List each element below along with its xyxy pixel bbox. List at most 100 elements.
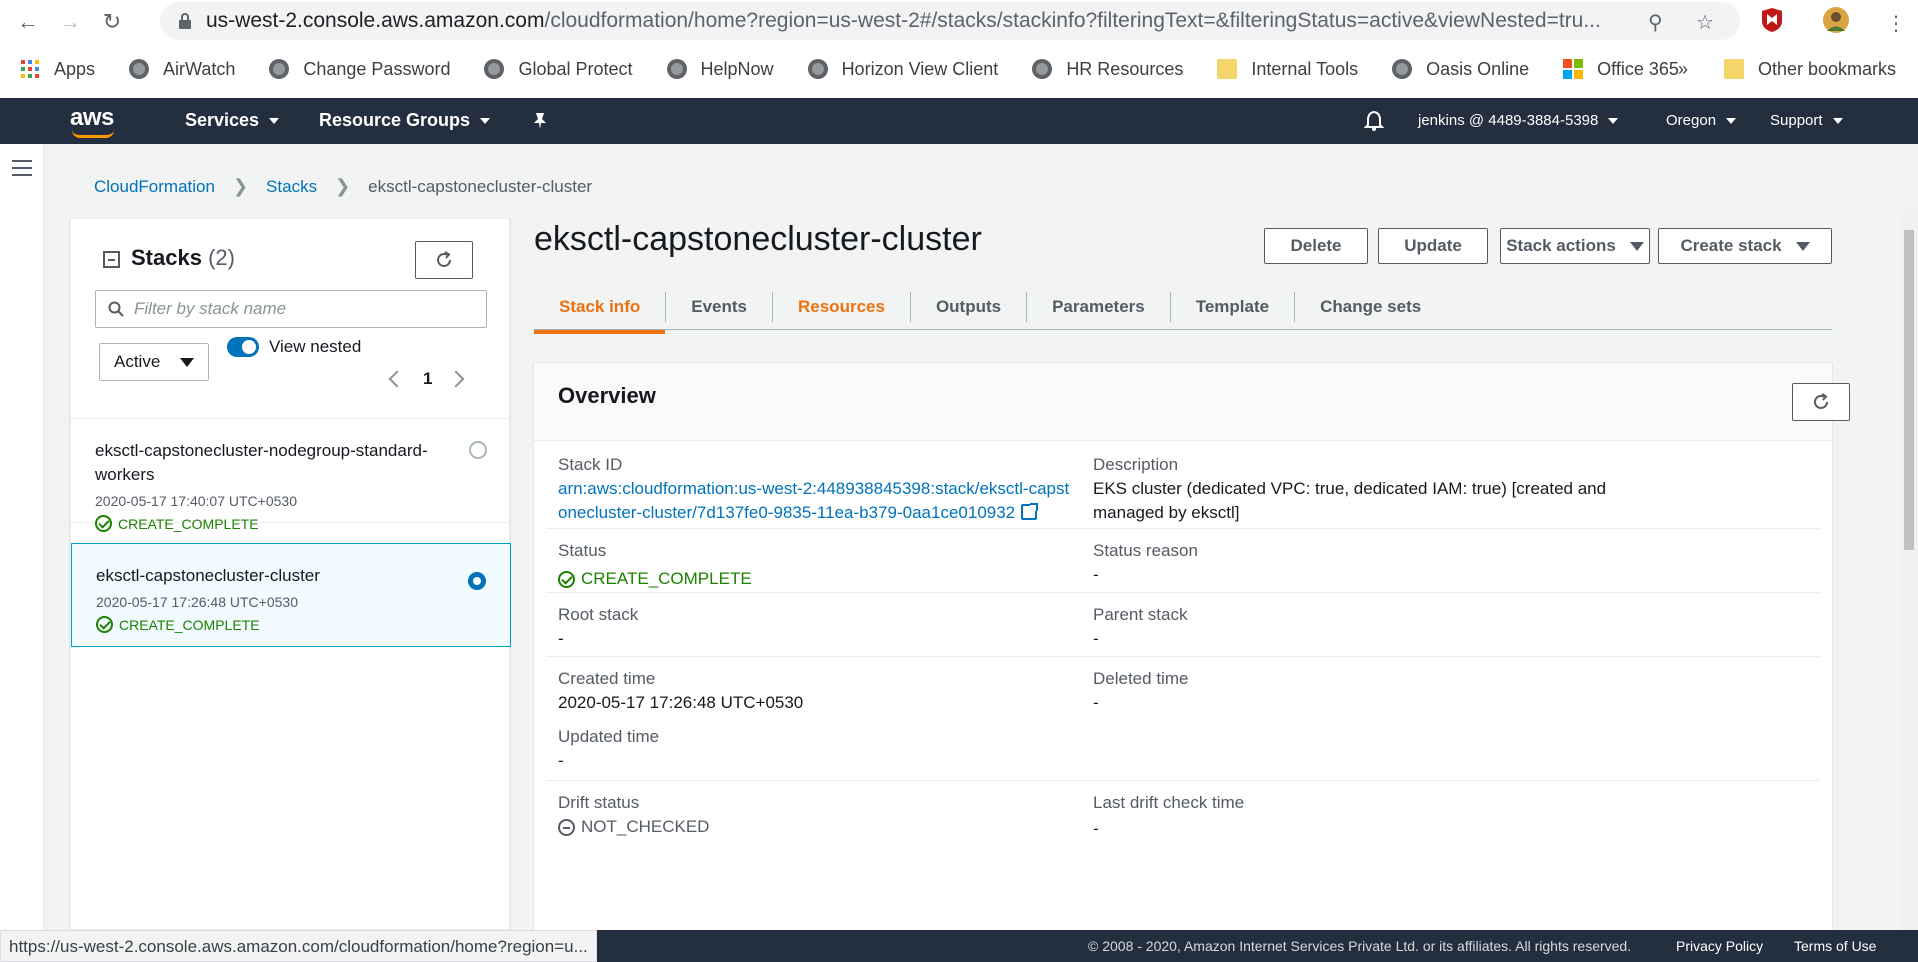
root-stack-value: - — [558, 629, 564, 648]
stack-created-date: 2020-05-17 17:40:07 UTC+0530 — [95, 493, 297, 509]
breadcrumb-cloudformation[interactable]: CloudFormation — [94, 177, 215, 197]
overview-panel: Overview Stack ID arn:aws:cloudformation… — [534, 362, 1850, 942]
bookmark-other[interactable]: Other bookmarks — [1724, 59, 1896, 80]
tab-events[interactable]: Events — [666, 292, 773, 322]
stack-select-radio[interactable] — [468, 572, 486, 590]
status-filter-select[interactable]: Active — [99, 343, 209, 381]
bookmark-change-password[interactable]: Change Password — [269, 59, 450, 80]
profile-avatar-icon[interactable] — [1822, 6, 1850, 34]
refresh-icon — [437, 251, 451, 267]
dropdown-arrow-icon — [1629, 241, 1644, 251]
deleted-time-label: Deleted time — [1093, 669, 1189, 688]
deleted-time-value: - — [1093, 693, 1099, 712]
status-reason-value: - — [1093, 565, 1099, 584]
refresh-stacks-button[interactable] — [415, 241, 473, 279]
url-host: us-west-2.console.aws.amazon.com — [206, 9, 545, 32]
more-bookmarks-button[interactable]: » — [1678, 59, 1688, 80]
update-label: Update — [1404, 236, 1462, 255]
stack-status-text: CREATE_COMPLETE — [118, 515, 259, 532]
terms-of-use-link[interactable]: Terms of Use — [1794, 938, 1876, 954]
stack-actions-button[interactable]: Stack actions — [1500, 228, 1650, 264]
current-page[interactable]: 1 — [423, 369, 432, 389]
bookmark-office-365[interactable]: Office 365 — [1563, 59, 1679, 80]
side-nav-rail — [0, 144, 44, 930]
url-text: us-west-2.console.aws.amazon.com/cloudfo… — [206, 9, 1626, 33]
tab-change-sets[interactable]: Change sets — [1295, 292, 1446, 322]
overview-title: Overview — [558, 383, 656, 408]
breadcrumb-stacks[interactable]: Stacks — [266, 177, 317, 197]
next-page-icon[interactable] — [447, 370, 465, 388]
refresh-overview-button[interactable] — [1792, 383, 1850, 421]
tab-template[interactable]: Template — [1171, 292, 1296, 322]
resource-groups-menu[interactable]: Resource Groups — [319, 110, 491, 131]
tab-stack-info[interactable]: Stack info — [534, 292, 667, 334]
caret-down-icon — [480, 118, 491, 125]
pin-icon[interactable] — [532, 112, 548, 130]
hamburger-menu-icon[interactable] — [12, 160, 32, 181]
tab-parameters[interactable]: Parameters — [1027, 292, 1171, 322]
caret-down-icon — [1608, 118, 1619, 125]
bookmark-label: HR Resources — [1066, 58, 1184, 79]
bookmark-airwatch[interactable]: AirWatch — [129, 59, 235, 80]
filter-placeholder: Filter by stack name — [134, 299, 287, 318]
create-stack-button[interactable]: Create stack — [1658, 228, 1832, 264]
stacks-panel-title: Stacks (2) — [131, 245, 235, 271]
page-scrollbar[interactable] — [1900, 210, 1918, 930]
previous-page-icon[interactable] — [388, 370, 406, 388]
bookmark-star-icon[interactable]: ☆ — [1696, 10, 1718, 34]
account-menu[interactable]: jenkins @ 4489-3884-5398 — [1418, 112, 1619, 129]
search-icon — [108, 301, 124, 317]
bookmark-oasis-online[interactable]: Oasis Online — [1392, 59, 1529, 80]
stack-list-item[interactable]: eksctl-capstonecluster-nodegroup-standar… — [71, 419, 511, 532]
region-label: Oregon — [1666, 112, 1717, 129]
address-bar[interactable]: us-west-2.console.aws.amazon.com/cloudfo… — [160, 2, 1740, 40]
bookmark-global-protect[interactable]: Global Protect — [484, 59, 633, 80]
services-menu[interactable]: Services — [185, 110, 280, 131]
region-menu[interactable]: Oregon — [1666, 112, 1737, 129]
tab-resources[interactable]: Resources — [773, 292, 911, 322]
bell-icon[interactable] — [1364, 110, 1384, 132]
mcafee-extension-icon[interactable] — [1758, 6, 1786, 34]
aws-smile-icon — [72, 130, 114, 138]
scrollbar-thumb[interactable] — [1904, 230, 1914, 550]
stacks-title-label: Stacks — [131, 245, 202, 270]
bookmark-horizon-view-client[interactable]: Horizon View Client — [807, 59, 998, 80]
stack-id-link[interactable]: arn:aws:cloudformation:us-west-2:4489388… — [558, 477, 1078, 525]
delete-button[interactable]: Delete — [1264, 228, 1368, 264]
bookmark-apps[interactable]: Apps — [20, 59, 95, 80]
status-reason-label: Status reason — [1093, 541, 1198, 560]
globe-icon — [269, 59, 290, 79]
breadcrumb-current: eksctl-capstonecluster-cluster — [368, 176, 593, 196]
stack-select-radio[interactable] — [469, 441, 487, 459]
bookmark-internal-tools[interactable]: Internal Tools — [1217, 59, 1358, 80]
bookmark-helpnow[interactable]: HelpNow — [666, 59, 774, 80]
refresh-icon — [1814, 393, 1828, 409]
privacy-policy-link[interactable]: Privacy Policy — [1676, 938, 1763, 954]
bookmarks-bar: Apps AirWatch Change Password Global Pro… — [0, 50, 1918, 88]
page-title: eksctl-capstonecluster-cluster — [534, 220, 982, 258]
bookmark-hr-resources[interactable]: HR Resources — [1032, 59, 1183, 80]
stack-created-date: 2020-05-17 17:26:48 UTC+0530 — [96, 594, 298, 610]
back-icon[interactable]: ← — [14, 8, 42, 36]
aws-logo[interactable]: aws — [70, 104, 114, 138]
chrome-menu-icon[interactable]: ⋮ — [1886, 11, 1908, 35]
aws-logo-text: aws — [70, 104, 114, 131]
view-nested-toggle[interactable] — [227, 337, 259, 357]
stack-filter-input[interactable]: Filter by stack name — [95, 290, 487, 328]
update-button[interactable]: Update — [1378, 228, 1488, 264]
status-label: Status — [558, 541, 607, 560]
forward-icon[interactable]: → — [56, 8, 84, 36]
support-menu[interactable]: Support — [1770, 112, 1843, 129]
zoom-icon[interactable]: ⚲ — [1648, 10, 1670, 34]
stack-list-item-selected[interactable]: eksctl-capstonecluster-cluster 2020-05-1… — [71, 543, 511, 647]
bookmark-label: Oasis Online — [1426, 58, 1530, 79]
success-check-icon — [558, 570, 575, 588]
globe-icon — [807, 59, 828, 79]
stack-status: CREATE_COMPLETE — [95, 515, 487, 532]
breadcrumb: CloudFormation ❯ Stacks ❯ eksctl-capston… — [94, 176, 592, 197]
pagination: 1 — [388, 369, 465, 389]
link-hover-status: https://us-west-2.console.aws.amazon.com… — [0, 930, 597, 962]
reload-icon[interactable]: ↻ — [98, 8, 126, 36]
tab-outputs[interactable]: Outputs — [911, 292, 1028, 322]
collapse-panel-icon[interactable] — [103, 251, 120, 268]
